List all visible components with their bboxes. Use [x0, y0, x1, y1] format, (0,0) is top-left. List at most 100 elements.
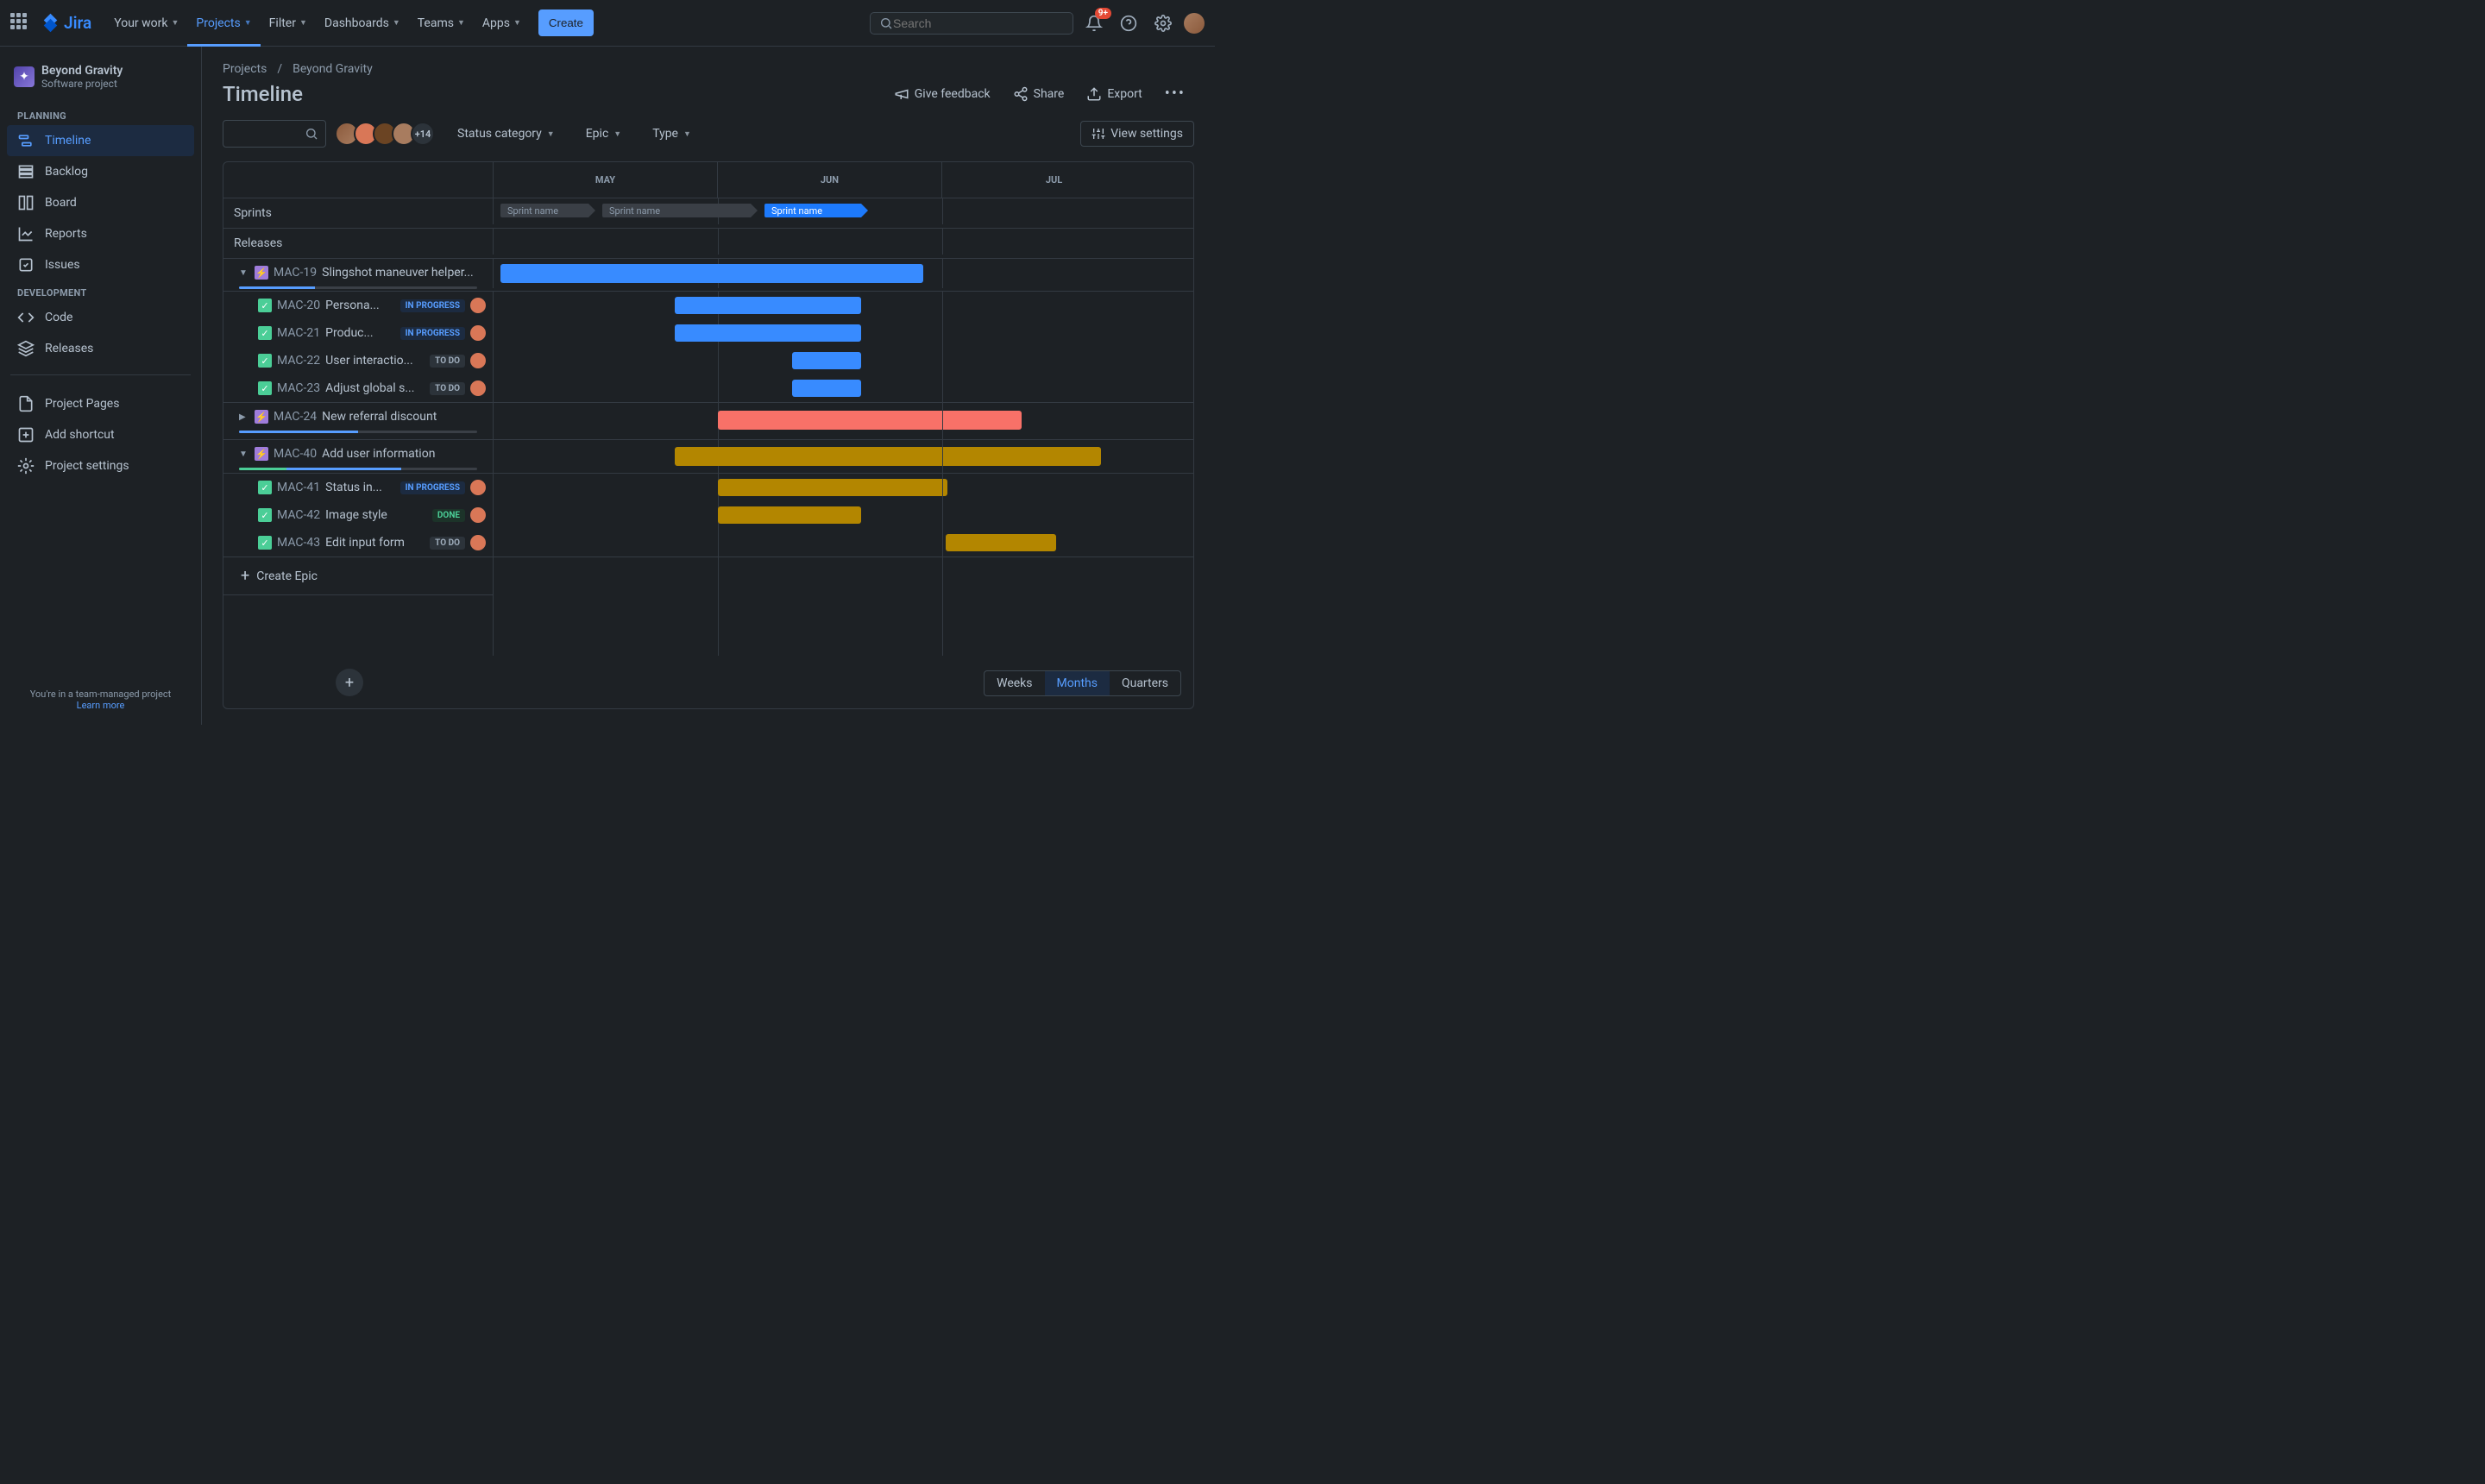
timeline-bar[interactable]	[500, 264, 923, 283]
more-icon: •••	[1165, 85, 1186, 103]
create-epic-button[interactable]: +Create Epic	[223, 557, 493, 595]
settings-button[interactable]	[1149, 9, 1177, 37]
avatar-stack[interactable]: +14	[340, 122, 435, 146]
project-type: Software project	[41, 78, 123, 90]
pages-icon	[17, 395, 35, 412]
export-button[interactable]: Export	[1078, 81, 1150, 107]
chevron-down-icon: ▼	[547, 129, 555, 139]
breadcrumb: Projects / Beyond Gravity	[223, 62, 1194, 76]
timeline-search[interactable]	[223, 120, 326, 148]
breadcrumb-projects[interactable]: Projects	[223, 62, 267, 76]
issue-key[interactable]: MAC-20	[277, 299, 320, 312]
sidebar-item-releases[interactable]: Releases	[7, 333, 194, 364]
epic-row[interactable]: ▼ ⚡ MAC-40 Add user information	[223, 440, 493, 468]
avatar-overflow[interactable]: +14	[411, 122, 435, 146]
assignee-avatar[interactable]	[470, 380, 486, 396]
story-row[interactable]: ✓MAC-21Produc...IN PROGRESS	[223, 319, 493, 347]
epic-row[interactable]: ▼ ⚡ MAC-19 Slingshot maneuver helper...	[223, 259, 493, 286]
collapse-icon[interactable]: ▼	[239, 268, 249, 278]
story-row[interactable]: ✓MAC-23Adjust global s...TO DO	[223, 374, 493, 402]
help-button[interactable]	[1115, 9, 1142, 37]
story-row[interactable]: ✓MAC-20Persona...IN PROGRESS	[223, 292, 493, 319]
issue-key[interactable]: MAC-41	[277, 481, 320, 494]
story-row[interactable]: ✓MAC-42Image styleDONE	[223, 501, 493, 529]
issue-key[interactable]: MAC-21	[277, 326, 320, 340]
jira-logo[interactable]: Jira	[41, 13, 91, 33]
collapse-icon[interactable]: ▼	[239, 450, 249, 459]
issue-key[interactable]: MAC-24	[274, 410, 317, 424]
timeline-bar[interactable]	[718, 411, 1022, 430]
filter-status-category[interactable]: Status category▼	[449, 122, 563, 146]
more-actions-button[interactable]: •••	[1156, 79, 1194, 108]
create-button[interactable]: Create	[538, 9, 594, 36]
expand-icon[interactable]: ▶	[239, 412, 249, 422]
sidebar-item-backlog[interactable]: Backlog	[7, 156, 194, 187]
story-row[interactable]: ✓MAC-22User interactio...TO DO	[223, 347, 493, 374]
timeline-bar[interactable]	[675, 297, 861, 314]
learn-more-link[interactable]: Learn more	[14, 700, 187, 711]
timeline-bar[interactable]	[675, 447, 1101, 466]
nav-your-work[interactable]: Your work▼	[105, 0, 187, 47]
issue-key[interactable]: MAC-19	[274, 266, 317, 280]
assignee-avatar[interactable]	[470, 507, 486, 523]
sidebar-item-add-shortcut[interactable]: Add shortcut	[7, 419, 194, 450]
timeline-bar[interactable]	[675, 324, 861, 342]
chevron-down-icon: ▼	[393, 18, 400, 28]
timeline-bar[interactable]	[718, 506, 861, 524]
zoom-weeks[interactable]: Weeks	[985, 671, 1044, 695]
notifications-button[interactable]: 9+	[1080, 9, 1108, 37]
zoom-months[interactable]: Months	[1045, 671, 1110, 695]
share-button[interactable]: Share	[1004, 81, 1073, 107]
sidebar-item-issues[interactable]: Issues	[7, 249, 194, 280]
issue-key[interactable]: MAC-43	[277, 536, 320, 550]
assignee-avatar[interactable]	[470, 325, 486, 341]
nav-apps[interactable]: Apps▼	[474, 0, 530, 47]
issues-icon	[17, 256, 35, 274]
gear-icon	[17, 457, 35, 475]
story-row[interactable]: ✓MAC-43Edit input formTO DO	[223, 529, 493, 556]
app-switcher-icon[interactable]	[10, 13, 31, 34]
assignee-avatar[interactable]	[470, 480, 486, 495]
issue-key[interactable]: MAC-23	[277, 381, 320, 395]
zoom-quarters[interactable]: Quarters	[1110, 671, 1180, 695]
sidebar-item-project-settings[interactable]: Project settings	[7, 450, 194, 481]
chevron-down-icon: ▼	[171, 18, 179, 28]
give-feedback-button[interactable]: Give feedback	[885, 81, 999, 107]
issue-key[interactable]: MAC-42	[277, 508, 320, 522]
sidebar-item-board[interactable]: Board	[7, 187, 194, 218]
story-row[interactable]: ✓MAC-41Status in...IN PROGRESS	[223, 474, 493, 501]
nav-teams[interactable]: Teams▼	[409, 0, 474, 47]
timeline-bar[interactable]	[792, 352, 861, 369]
filter-type[interactable]: Type▼	[644, 122, 700, 146]
breadcrumb-sep: /	[277, 62, 282, 76]
sprint-pill-active[interactable]: Sprint name	[764, 204, 868, 217]
sidebar-item-code[interactable]: Code	[7, 302, 194, 333]
sidebar-item-reports[interactable]: Reports	[7, 218, 194, 249]
view-settings-button[interactable]: View settings	[1080, 121, 1194, 147]
sprint-pill[interactable]: Sprint name	[500, 204, 595, 217]
search-box[interactable]	[870, 12, 1073, 35]
breadcrumb-project[interactable]: Beyond Gravity	[293, 62, 373, 76]
search-input[interactable]	[893, 16, 1064, 30]
add-fab[interactable]: +	[336, 669, 363, 696]
nav-filter[interactable]: Filter▼	[261, 0, 316, 47]
timeline-bar[interactable]	[718, 479, 947, 496]
status-badge: IN PROGRESS	[400, 481, 465, 494]
assignee-avatar[interactable]	[470, 353, 486, 368]
sidebar-item-timeline[interactable]: Timeline	[7, 125, 194, 156]
nav-dashboards[interactable]: Dashboards▼	[316, 0, 409, 47]
story-icon: ✓	[258, 536, 272, 550]
epic-row[interactable]: ▶ ⚡ MAC-24 New referral discount	[223, 403, 493, 431]
sidebar-item-project-pages[interactable]: Project Pages	[7, 388, 194, 419]
profile-avatar[interactable]	[1184, 13, 1205, 34]
nav-projects[interactable]: Projects▼	[187, 0, 260, 47]
assignee-avatar[interactable]	[470, 298, 486, 313]
filter-epic[interactable]: Epic▼	[577, 122, 630, 146]
issue-key[interactable]: MAC-40	[274, 447, 317, 461]
timeline-bar[interactable]	[792, 380, 861, 397]
assignee-avatar[interactable]	[470, 535, 486, 550]
project-header[interactable]: ✦ Beyond Gravity Software project	[7, 60, 194, 104]
timeline-bar[interactable]	[946, 534, 1056, 551]
sprint-pill[interactable]: Sprint name	[602, 204, 758, 217]
issue-key[interactable]: MAC-22	[277, 354, 320, 368]
